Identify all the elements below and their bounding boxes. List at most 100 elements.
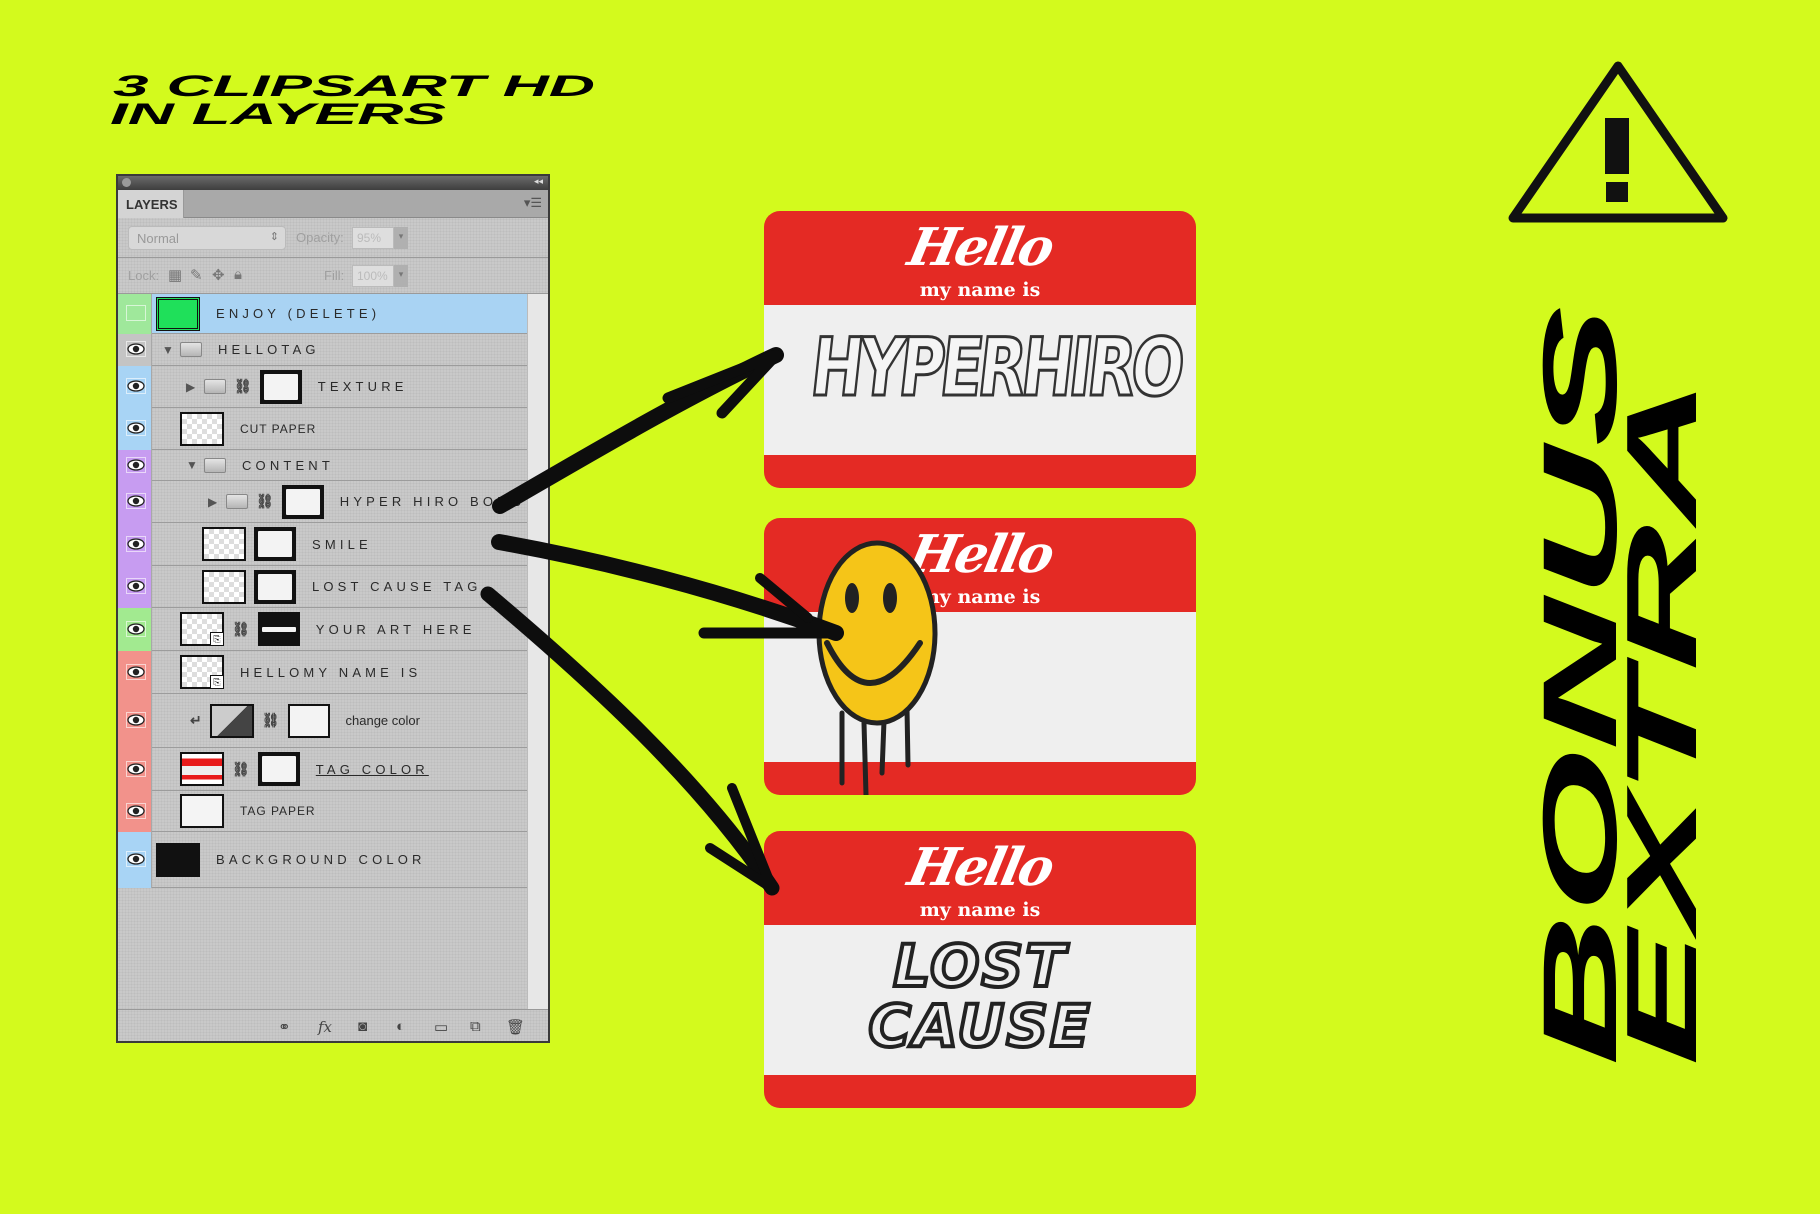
trash-icon[interactable]: 🗑︎ (506, 1018, 525, 1036)
visibility-eye-icon[interactable] (126, 535, 146, 552)
scrollbar[interactable] (527, 294, 548, 1009)
layer-row[interactable]: LOST CAUSE TAG (118, 566, 527, 608)
layer-mask-thumbnail[interactable] (287, 703, 330, 738)
collapse-icon[interactable]: ◂◂ (534, 176, 543, 187)
layer-name[interactable]: ENJOY (DELETE) (216, 306, 380, 321)
lock-all-icon[interactable]: 🔒︎ (234, 266, 242, 283)
lock-label: Lock: (128, 268, 160, 283)
layer-row[interactable]: ▼ HELLOTAG (118, 334, 527, 366)
layer-name[interactable]: change color (346, 713, 420, 728)
panel-menu-icon[interactable]: ▾☰ (524, 195, 542, 211)
visibility-eye-icon[interactable] (126, 493, 146, 509)
visibility-eye-icon[interactable] (126, 456, 146, 473)
visibility-eye-icon[interactable] (126, 851, 146, 867)
adjustment-icon[interactable]: ◐ (396, 1018, 405, 1035)
panel-titlebar[interactable]: ◂◂ (118, 176, 548, 190)
layer-thumbnail: ⎘ (180, 612, 224, 646)
layer-name[interactable]: SMILE (312, 537, 372, 552)
link-icon[interactable]: ⚭ (278, 1018, 291, 1036)
layer-row[interactable]: ⛓ TAG COLOR (118, 748, 527, 791)
headline-line-2: IN LAYERS (110, 98, 446, 130)
link-chain-icon[interactable]: ⛓ (232, 761, 250, 778)
layer-row[interactable]: ▼ CONTENT (118, 450, 527, 481)
visibility-eye-icon[interactable] (126, 712, 146, 728)
visibility-eye-icon[interactable] (126, 378, 146, 394)
layer-row[interactable]: ▶ ⛓ TEXTURE (118, 366, 527, 408)
layer-content: ⛓ TAG COLOR (180, 748, 429, 790)
layer-mask-thumbnail[interactable] (254, 569, 296, 604)
chevron-updown-icon: ⇕ (269, 231, 279, 243)
layers-panel: ◂◂ LAYERS ▾☰ Normal ⇕ Opacity: 95% ▾ Lock… (116, 174, 550, 1043)
layer-content: ↵ ⛓ change color (190, 694, 420, 747)
tab-layers[interactable]: LAYERS (118, 190, 184, 218)
layer-name[interactable]: TAG COLOR (316, 762, 429, 777)
layer-mask-thumbnail[interactable] (281, 484, 324, 519)
visibility-eye-icon[interactable] (126, 620, 146, 637)
visibility-eye-icon[interactable] (126, 663, 146, 680)
layer-name[interactable]: HELLOMY NAME IS (240, 665, 421, 680)
layer-content: ENJOY (DELETE) (156, 294, 380, 333)
new-layer-icon[interactable]: ⧉ (470, 1018, 481, 1035)
lock-brush-icon[interactable]: ✎ (190, 266, 203, 284)
link-chain-icon[interactable]: ⛓ (232, 621, 250, 638)
layer-name[interactable]: YOUR ART HERE (316, 622, 476, 637)
link-chain-icon[interactable]: ⛓ (234, 378, 252, 395)
opacity-input[interactable]: 95% (352, 227, 394, 249)
layer-name[interactable]: TEXTURE (318, 379, 408, 394)
layer-name[interactable]: LOST CAUSE TAG (312, 579, 482, 594)
warning-icon (1508, 61, 1728, 223)
layer-row[interactable]: CUT PAPER (118, 408, 527, 450)
layer-row[interactable]: ⎘ ⛓ YOUR ART HERE (118, 608, 527, 651)
my-name-is-text: my name is (919, 899, 1041, 921)
layer-content: ▼ CONTENT (186, 450, 334, 480)
layer-row[interactable]: ▶ ⛓ HYPER HIRO BOMB (118, 481, 527, 523)
layer-mask-thumbnail[interactable] (257, 752, 300, 786)
visibility-eye-icon[interactable] (126, 420, 146, 436)
smart-object-badge-icon: ⎘ (210, 675, 224, 689)
layer-content: BACKGROUND COLOR (156, 832, 426, 887)
collapsed-triangle-icon[interactable]: ▶ (208, 495, 218, 509)
layer-row[interactable]: ENJOY (DELETE) (118, 294, 527, 334)
layer-row[interactable]: ↵ ⛓ change color (118, 694, 527, 748)
folder-icon[interactable]: ▭ (434, 1018, 448, 1036)
link-chain-icon[interactable]: ⛓ (262, 712, 280, 729)
fx-icon[interactable]: fx (318, 1018, 332, 1036)
collapsed-triangle-icon[interactable]: ▶ (186, 380, 196, 394)
arrowhead-1 (662, 349, 782, 419)
visibility-eye-icon[interactable] (126, 578, 146, 594)
visibility-eye-icon[interactable] (126, 760, 146, 777)
link-chain-icon[interactable]: ⛓ (256, 493, 274, 510)
layer-row[interactable]: ⎘ HELLOMY NAME IS (118, 651, 527, 694)
visibility-toggle[interactable] (126, 305, 146, 321)
layer-row[interactable]: TAG PAPER (118, 791, 527, 832)
layer-thumbnail (156, 842, 200, 877)
layer-name[interactable]: TAG PAPER (240, 804, 316, 818)
layer-mask-thumbnail[interactable] (259, 369, 302, 404)
mask-icon[interactable]: ◙ (358, 1018, 367, 1035)
close-icon[interactable] (122, 178, 131, 187)
folder-icon (204, 379, 226, 394)
lock-transparency-icon[interactable]: ▦ (168, 266, 182, 284)
blend-mode-select[interactable]: Normal ⇕ (128, 226, 286, 250)
layer-name[interactable]: BACKGROUND COLOR (216, 852, 426, 867)
layer-name[interactable]: HYPER HIRO BOMB (340, 494, 525, 509)
layer-name[interactable]: CUT PAPER (240, 422, 316, 436)
fill-input[interactable]: 100% (352, 265, 394, 287)
layer-row[interactable]: SMILE (118, 523, 527, 566)
name-tag-sticker: Hello my name is HYPERHIRO (764, 211, 1196, 488)
expanded-triangle-icon[interactable]: ▼ (186, 458, 198, 472)
layer-mask-thumbnail[interactable] (254, 527, 296, 561)
layer-row[interactable]: BACKGROUND COLOR (118, 832, 527, 888)
fill-dropdown-icon[interactable]: ▾ (394, 265, 408, 287)
bonus-extra-text: BONUS EXTRA (1530, 306, 1710, 1066)
visibility-eye-icon[interactable] (126, 341, 146, 357)
layer-content: ▶ ⛓ HYPER HIRO BOMB (208, 481, 525, 522)
headline: 3 CLIPSART HD IN LAYERS (110, 70, 595, 130)
lock-move-icon[interactable]: ✥ (212, 266, 225, 284)
visibility-eye-icon[interactable] (126, 802, 146, 819)
layer-name[interactable]: CONTENT (242, 458, 334, 473)
opacity-dropdown-icon[interactable]: ▾ (394, 227, 408, 249)
layer-mask-thumbnail[interactable] (257, 612, 300, 646)
expanded-triangle-icon[interactable]: ▼ (162, 343, 174, 357)
layer-name[interactable]: HELLOTAG (218, 342, 320, 357)
